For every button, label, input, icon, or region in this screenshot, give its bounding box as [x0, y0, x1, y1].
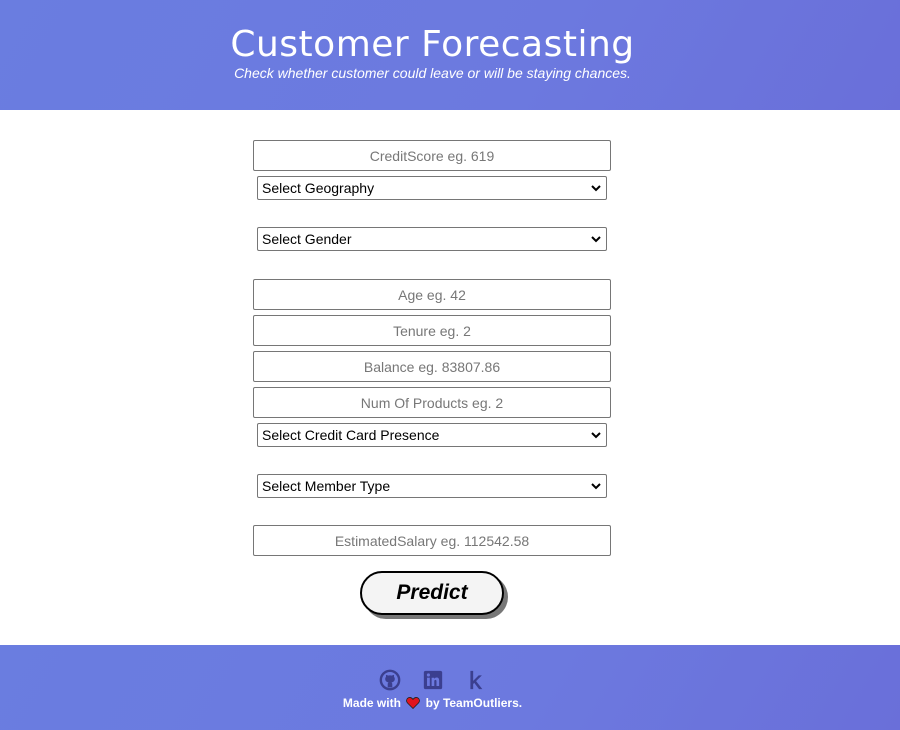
chevron-down-icon — [591, 236, 601, 243]
estimated-salary-input[interactable] — [253, 525, 611, 556]
github-icon[interactable] — [379, 669, 401, 691]
chevron-down-icon — [591, 432, 601, 439]
age-input[interactable] — [253, 279, 611, 310]
gender-select-value: Select Gender — [262, 231, 352, 247]
geography-select-value: Select Geography — [262, 180, 375, 196]
geography-select[interactable]: Select Geography — [257, 176, 607, 200]
credit-card-select-value: Select Credit Card Presence — [262, 427, 440, 443]
heart-icon — [406, 697, 421, 709]
credit-card-select[interactable]: Select Credit Card Presence — [257, 423, 607, 447]
page-footer: Made with by TeamOutliers. — [0, 645, 900, 730]
linkedin-icon[interactable] — [422, 669, 444, 691]
social-links — [0, 669, 865, 691]
chevron-down-icon — [591, 483, 601, 490]
page-header: Customer Forecasting Check whether custo… — [0, 0, 900, 110]
credit-score-input[interactable] — [253, 140, 611, 171]
member-type-select[interactable]: Select Member Type — [257, 474, 607, 498]
page-subtitle: Check whether customer could leave or wi… — [234, 65, 631, 81]
tenure-input[interactable] — [253, 315, 611, 346]
member-type-select-value: Select Member Type — [262, 478, 391, 494]
page-title: Customer Forecasting — [230, 24, 635, 65]
kaggle-icon[interactable] — [464, 669, 486, 691]
balance-input[interactable] — [253, 351, 611, 382]
gender-select[interactable]: Select Gender — [257, 227, 607, 251]
by-team-text: by TeamOutliers. — [425, 696, 523, 710]
chevron-down-icon — [591, 185, 601, 192]
footer-credit: Made with by TeamOutliers. — [0, 696, 865, 710]
predict-button[interactable]: Predict — [360, 571, 504, 615]
num-products-input[interactable] — [253, 387, 611, 418]
made-with-text: Made with — [342, 696, 401, 710]
